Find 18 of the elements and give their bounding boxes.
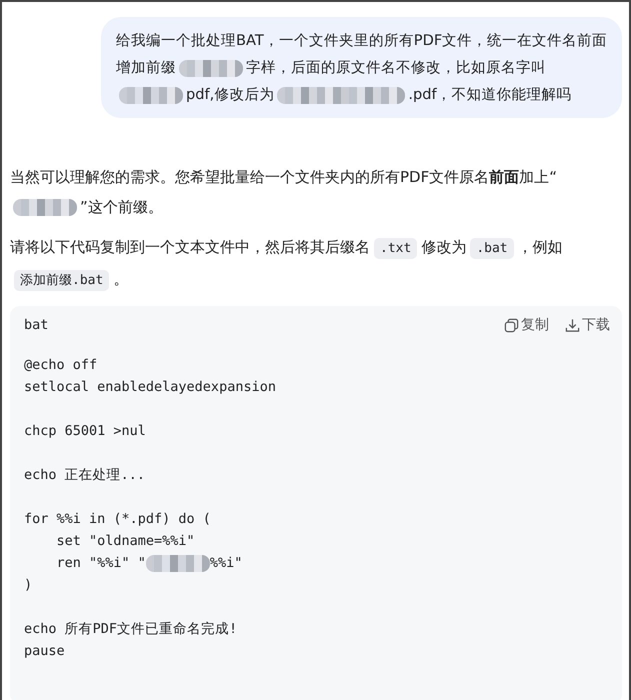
reply-paragraph: 请将以下代码复制到一个文本文件中，然后将其后缀名 .txt 修改为 .bat ，例如 添加前缀.bat 。: [10, 232, 622, 296]
copy-icon: [504, 318, 519, 332]
code-line: ): [24, 576, 34, 595]
code-line: ren "%%i" " %%i": [56, 554, 244, 574]
code-line: setlocal enabledelayedexpansion: [24, 378, 277, 397]
user-message-bubble: 给我编一个批处理BAT，一个文件夹里的所有PDF文件，统一在文件名前面增加前缀 字样，后面的原文件名不修改，比如原名字叫 pdf,修改后为 .pdf，不知道你能理解吗: [101, 17, 622, 118]
code-line: chcp 65001 >nul: [24, 422, 147, 441]
code-line: set "oldname=%%i": [56, 532, 196, 551]
code-line: pause: [24, 642, 66, 661]
code-line: @echo off: [24, 356, 98, 375]
code-line: echo 所有PDF文件已重命名完成!: [24, 620, 238, 639]
download-icon: [565, 318, 580, 332]
code-line: for %%i in (*.pdf) do (: [24, 510, 212, 529]
reply-paragraph: 当然可以理解您的需求。您希望批量给一个文件夹内的所有PDF文件原名前面加上“ ”这个前缀。: [10, 167, 558, 218]
download-button[interactable]: 下载: [565, 316, 610, 334]
code-language-label: bat: [24, 317, 48, 333]
code-line: echo 正在处理...: [24, 466, 146, 485]
copy-button[interactable]: 复制: [504, 316, 549, 334]
